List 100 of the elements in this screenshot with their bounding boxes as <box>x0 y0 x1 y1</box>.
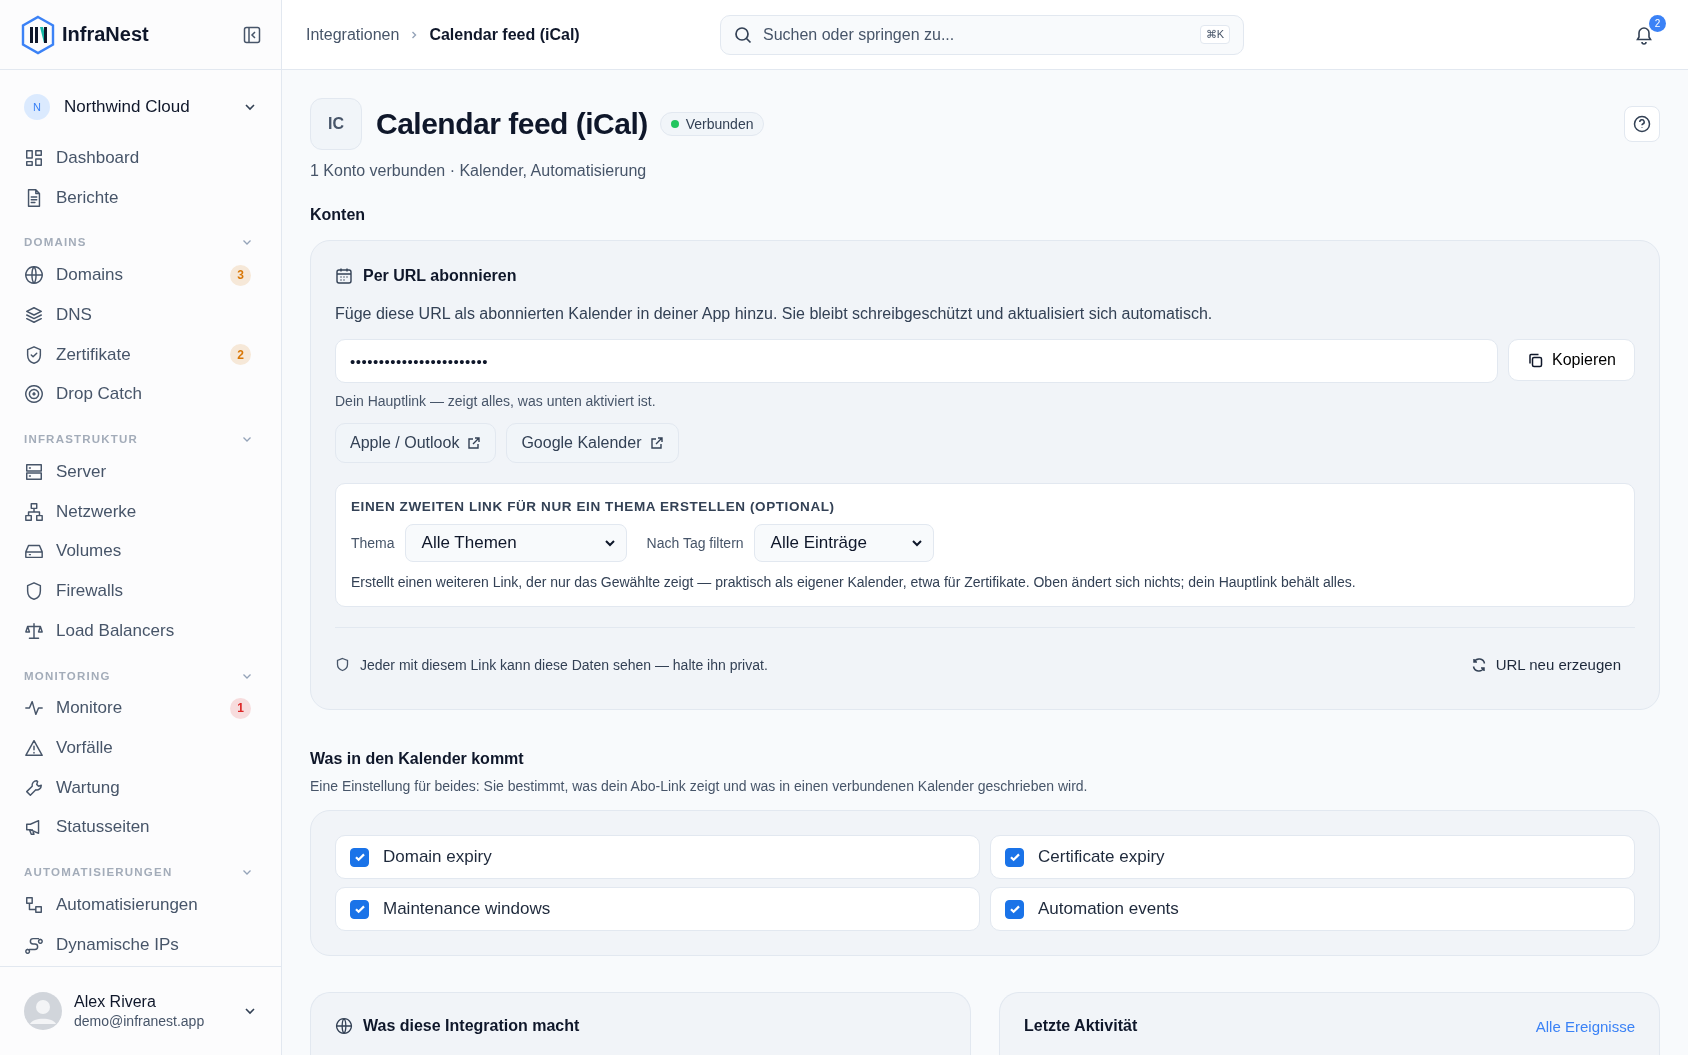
nav-item[interactable]: Monitore 1 <box>24 688 257 729</box>
section-title: AUTOMATISIERUNGEN <box>24 866 173 879</box>
copy-button[interactable]: Kopieren <box>1507 339 1635 381</box>
chevron-down-icon <box>910 537 923 549</box>
workspace-switcher[interactable]: N Northwind Cloud <box>24 90 257 124</box>
nav-label: Vorfälle <box>56 738 114 759</box>
section-title: DOMAINS <box>24 236 87 249</box>
nav-label: Domains <box>56 265 125 286</box>
nav-label: Load Balancers <box>56 620 176 641</box>
nav-item[interactable]: Dynamische IPs <box>24 925 257 965</box>
section-title: MONITORING <box>24 669 111 682</box>
shield-check-icon <box>24 344 44 365</box>
checkmark-icon <box>353 903 366 915</box>
card-title: Was diese Integration macht <box>363 1017 580 1035</box>
card-description: Füge diese URL als abonnierten Kalender in deiner App hinzu. Sie bleibt schreibgeschützt und aktualisiert sich automatisch. <box>335 305 1214 323</box>
section-description: Eine Einstellung für beides: Sie bestimmt, was dein Abo-Link zeigt und was in einen verbundenen Kalender geschrieben wird. <box>310 778 1089 794</box>
target-icon <box>24 384 44 405</box>
avatar-icon <box>24 992 62 1030</box>
nav-item[interactable]: Domains 3 <box>24 255 257 296</box>
section-heading: Was in den Kalender kommt <box>310 750 525 768</box>
regenerate-url-button[interactable]: URL neu erzeugen <box>1456 650 1635 679</box>
checkbox[interactable] <box>1005 899 1024 919</box>
panel-heading: EINEN ZWEITEN LINK FÜR NUR EIN THEMA ERSTELLEN (OPTIONAL) <box>351 499 836 514</box>
nav-item[interactable]: Server <box>24 452 257 492</box>
nav-label: Zertifikate <box>56 344 132 365</box>
option-label: Domain expiry <box>383 847 492 867</box>
panel-note: Erstellt einen weiteren Link, der nur das Gewählte zeigt — praktisch als eigener Kalender, etwa für Zertifikate. Oben ändert sich nichts; dein Hauptlink behält alles. <box>351 574 1357 590</box>
workflow-icon <box>24 895 44 916</box>
nav-label: Netzwerke <box>56 501 138 522</box>
option-row[interactable]: Automation events <box>990 887 1635 931</box>
nav-item[interactable]: Vorfälle <box>24 728 257 768</box>
external-link-icon <box>649 436 664 450</box>
nav-item[interactable]: Firewalls <box>24 571 257 611</box>
filter-select[interactable]: Alle Einträge <box>753 524 934 562</box>
nav-label: Firewalls <box>56 581 125 602</box>
option-row[interactable]: Maintenance windows <box>335 887 980 931</box>
checkmark-icon <box>1008 851 1021 863</box>
filter-select[interactable]: Alle Themen <box>404 524 627 562</box>
nav-item[interactable]: Netzwerke <box>24 491 257 532</box>
card-title: Per URL abonnieren <box>363 267 517 285</box>
help-button[interactable] <box>1624 106 1660 142</box>
option-row[interactable]: Certificate expiry <box>990 835 1635 879</box>
calendar-icon <box>335 267 353 285</box>
open-in-app-button[interactable]: Google Kalender <box>506 423 679 463</box>
notification-count: 2 <box>1649 14 1666 32</box>
nav-label: Server <box>56 461 108 482</box>
nav-item[interactable]: Load Balancers <box>24 610 257 651</box>
scale-icon <box>24 620 44 641</box>
filter-label: Nach Tag filtern <box>646 535 744 551</box>
checkbox[interactable] <box>1005 847 1024 867</box>
url-hint: Dein Hauptlink — zeigt alles, was unten aktiviert ist. <box>335 393 657 409</box>
breadcrumb-link[interactable]: Integrationen <box>306 25 400 44</box>
workspace-initial: N <box>24 94 50 120</box>
checkbox[interactable] <box>350 847 369 867</box>
brand-name: InfraNest <box>62 23 150 46</box>
help-icon <box>1633 115 1651 133</box>
option-label: Automation events <box>1038 899 1179 919</box>
nav-item[interactable]: Wartung <box>24 767 257 808</box>
globe-icon <box>335 1017 353 1035</box>
filter-label: Thema <box>351 535 395 551</box>
section-heading: Konten <box>310 206 367 224</box>
count-badge: 3 <box>230 264 251 286</box>
logo-icon <box>20 14 56 55</box>
option-row[interactable]: Domain expiry <box>335 835 980 879</box>
page-subtitle: 1 Konto verbunden · Kalender, Automatisierung <box>310 162 648 180</box>
integration-initials: IC <box>310 98 362 150</box>
server-icon <box>24 461 44 482</box>
chevron-down-icon <box>603 537 616 549</box>
nav-item[interactable]: Volumes <box>24 531 257 572</box>
nav-label: Volumes <box>56 541 123 562</box>
nav-item[interactable]: Automatisierungen <box>24 885 257 925</box>
checkmark-icon <box>353 851 366 863</box>
refresh-icon <box>1470 656 1487 673</box>
option-label: Certificate expiry <box>1038 847 1165 867</box>
checkbox[interactable] <box>350 899 369 919</box>
url-field[interactable]: •••••••••••••••••••••••• <box>335 339 1498 383</box>
open-in-app-button[interactable]: Apple / Outlook <box>335 423 497 463</box>
nav-label: Dashboard <box>56 147 141 168</box>
count-badge: 1 <box>230 697 251 719</box>
nav-item[interactable]: Berichte <box>24 177 257 218</box>
nav-item[interactable]: Dashboard <box>24 138 257 178</box>
nav-item[interactable]: Drop Catch <box>24 374 257 415</box>
nav-item[interactable]: Statusseiten <box>24 807 257 848</box>
layers-icon <box>24 304 44 325</box>
bell-icon[interactable] <box>1634 24 1654 45</box>
user-name: Alex Rivera <box>74 993 157 1011</box>
nav-item[interactable]: DNS <box>24 295 257 335</box>
nav-label: Statusseiten <box>56 817 151 838</box>
nav-label: Wartung <box>56 777 121 798</box>
shield-icon <box>335 657 350 672</box>
shield-icon <box>24 581 44 602</box>
grid-icon <box>24 147 44 168</box>
nav-item[interactable]: Zertifikate 2 <box>24 334 257 375</box>
user-email: demo@infranest.app <box>74 1013 206 1029</box>
nav-label: Automatisierungen <box>56 895 199 916</box>
copy-icon <box>1526 351 1544 369</box>
nav-label: Berichte <box>56 187 120 208</box>
page-title: Calendar feed (iCal) <box>376 107 648 141</box>
nav-label: Drop Catch <box>56 384 143 405</box>
sidebar-collapse-icon[interactable] <box>243 25 261 44</box>
